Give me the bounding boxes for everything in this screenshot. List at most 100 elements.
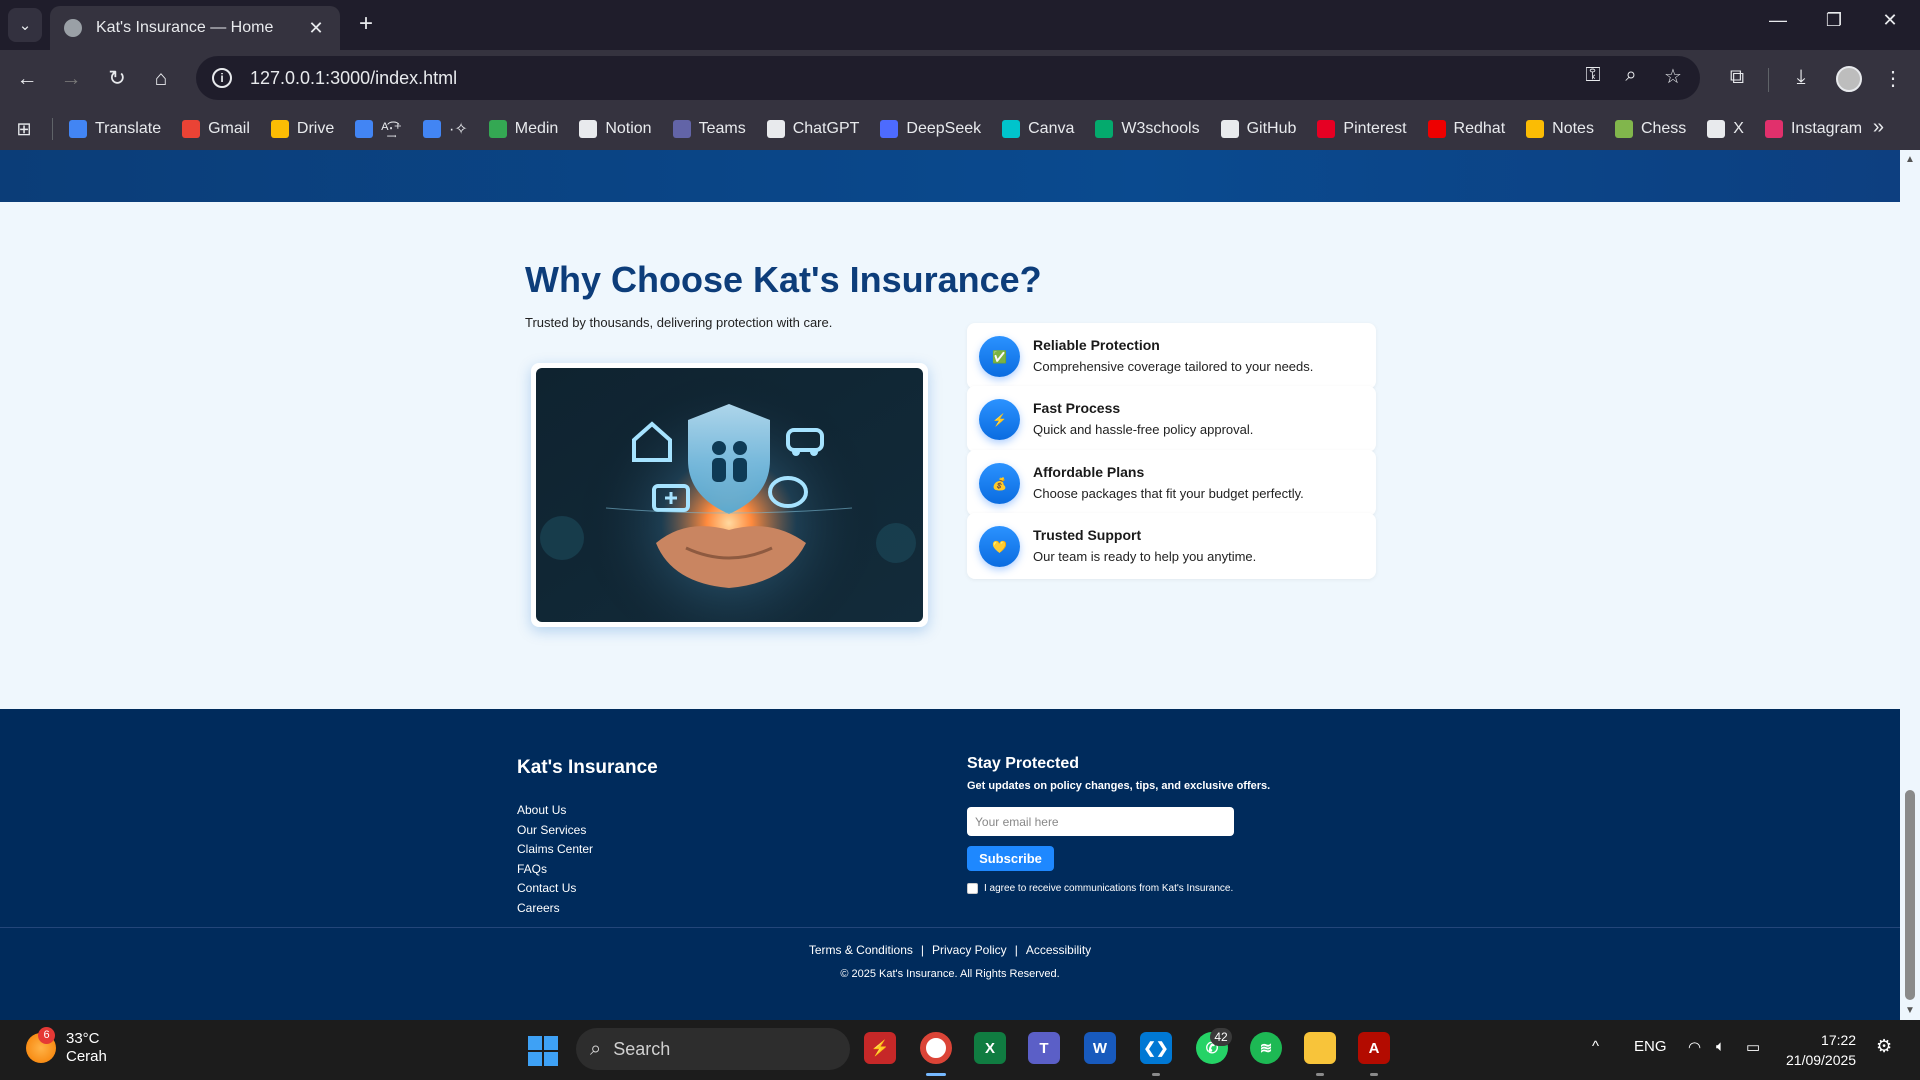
separator: | xyxy=(920,943,924,957)
bookmark-favicon-icon xyxy=(1526,120,1545,138)
bookmark-item[interactable]: Translate xyxy=(69,120,161,138)
bookmark-item[interactable]: Canva xyxy=(1002,120,1074,138)
minimize-icon[interactable]: — xyxy=(1758,10,1798,31)
bookmark-item[interactable]: Teams xyxy=(672,120,746,138)
bookmark-label: Teams xyxy=(698,120,746,137)
bookmark-item[interactable]: ᴬ͢͡‧⁺ xyxy=(355,119,402,139)
active-tab[interactable]: Kat's Insurance — Home ✕ xyxy=(50,6,340,50)
scrollbar-thumb[interactable] xyxy=(1905,790,1915,1000)
bookmark-item[interactable]: GitHub xyxy=(1220,120,1296,138)
bookmark-item[interactable]: ·✧ xyxy=(423,119,468,139)
footer-link[interactable]: Our Services xyxy=(517,823,586,837)
acrobat-app-icon[interactable]: A xyxy=(1358,1032,1390,1064)
consent-checkbox-row[interactable]: I agree to receive communications from K… xyxy=(967,883,1233,894)
wifi-icon[interactable]: ◠ xyxy=(1688,1038,1701,1056)
bookmark-favicon-icon xyxy=(1707,120,1726,138)
back-icon[interactable]: ← xyxy=(12,64,42,94)
url-text: 127.0.0.1:3000/index.html xyxy=(250,67,458,88)
bookmark-item[interactable]: Chess xyxy=(1614,120,1686,138)
bookmark-item[interactable]: Gmail xyxy=(182,120,250,138)
privacy-link[interactable]: Privacy Policy xyxy=(932,943,1007,957)
bookmark-favicon-icon xyxy=(270,120,289,138)
language-indicator[interactable]: ENG xyxy=(1634,1038,1667,1055)
profile-avatar[interactable] xyxy=(1836,66,1862,92)
taskbar: 6 33°C Cerah ⌕ Search ⚡ X T W ❮❯ ✆ 42 ≋ … xyxy=(0,1020,1920,1080)
kali-app-icon[interactable]: ⚡ xyxy=(864,1032,896,1064)
home-icon[interactable]: ⌂ xyxy=(146,64,176,94)
extensions-icon[interactable]: ⧉ xyxy=(1722,66,1752,89)
apps-grid-icon[interactable]: ⊞ xyxy=(12,117,36,141)
scroll-down-icon[interactable]: ▼ xyxy=(1905,1005,1915,1016)
menu-kebab-icon[interactable]: ⋮ xyxy=(1878,66,1908,91)
bookmark-item[interactable]: Notes xyxy=(1526,120,1594,138)
close-tab-icon[interactable]: ✕ xyxy=(306,18,326,39)
scroll-up-icon[interactable]: ▲ xyxy=(1905,154,1915,165)
footer-link[interactable]: About Us xyxy=(517,803,566,817)
consent-checkbox[interactable] xyxy=(967,883,978,894)
download-icon[interactable]: ⤓ xyxy=(1786,66,1816,89)
word-app-icon[interactable]: W xyxy=(1084,1032,1116,1064)
close-window-icon[interactable]: ✕ xyxy=(1870,10,1910,31)
subscribe-button[interactable]: Subscribe xyxy=(967,846,1054,871)
file-explorer-icon[interactable] xyxy=(1304,1032,1336,1064)
globe-icon xyxy=(64,19,82,37)
bookmark-item[interactable]: ChatGPT xyxy=(766,120,860,138)
clock[interactable]: 17:22 21/09/2025 xyxy=(1786,1030,1856,1070)
footer-link[interactable]: Claims Center xyxy=(517,842,593,856)
forward-icon[interactable]: → xyxy=(56,64,86,94)
page-scrollbar[interactable]: ▲ ▼ xyxy=(1900,150,1920,1020)
bookmark-label: DeepSeek xyxy=(906,120,982,137)
section-subheading: Trusted by thousands, delivering protect… xyxy=(525,315,833,330)
taskbar-search[interactable]: ⌕ Search xyxy=(576,1028,850,1070)
windows-start-icon[interactable] xyxy=(528,1036,558,1066)
bookmark-item[interactable]: X xyxy=(1707,120,1744,138)
bookmarks-bar: ⊞ Translate Gmail Drive ᴬ͢͡‧⁺ ·✧ Medin Notion T… xyxy=(0,108,1920,150)
new-tab-button[interactable]: + xyxy=(352,10,380,38)
copyright: © 2025 Kat's Insurance. All Rights Reser… xyxy=(840,968,1060,980)
footer-link[interactable]: Careers xyxy=(517,901,560,915)
bookmark-item[interactable]: Notion xyxy=(579,120,652,138)
teams-app-icon[interactable]: T xyxy=(1028,1032,1060,1064)
weather-widget[interactable]: 6 33°C Cerah xyxy=(26,1027,107,1066)
bookmark-favicon-icon xyxy=(880,120,899,138)
address-bar[interactable]: i 127.0.0.1:3000/index.html xyxy=(196,56,1700,100)
bookmark-item[interactable]: Drive xyxy=(270,120,334,138)
excel-app-icon[interactable]: X xyxy=(974,1032,1006,1064)
password-key-icon[interactable]: ⚿ xyxy=(1578,64,1608,87)
search-label: Search xyxy=(613,1038,671,1059)
accessibility-link[interactable]: Accessibility xyxy=(1026,943,1091,957)
site-info-icon[interactable]: i xyxy=(212,68,232,88)
bookmark-item[interactable]: Redhat xyxy=(1427,120,1505,138)
zoom-icon[interactable]: ⌕ xyxy=(1616,64,1646,87)
bookmark-item[interactable]: DeepSeek xyxy=(880,120,981,138)
chrome-app-icon[interactable] xyxy=(920,1032,952,1064)
bookmark-favicon-icon xyxy=(1220,120,1239,138)
more-bookmarks-icon[interactable]: » xyxy=(1873,116,1884,139)
bookmark-item[interactable]: Medin xyxy=(488,120,558,138)
restore-icon[interactable]: ❐ xyxy=(1814,10,1854,31)
bookmark-item[interactable]: W3schools xyxy=(1095,120,1200,138)
notifications-icon[interactable]: ⚙ xyxy=(1876,1036,1892,1057)
bookmark-label: ·✧ xyxy=(449,121,468,138)
clock-time: 17:22 xyxy=(1821,1032,1857,1048)
battery-icon[interactable]: ▭ xyxy=(1746,1038,1760,1056)
vscode-app-icon[interactable]: ❮❯ xyxy=(1140,1032,1172,1064)
bookmark-label: Canva xyxy=(1028,120,1075,137)
legal-links: Terms & Conditions | Privacy Policy | Access… xyxy=(0,943,1900,957)
tray-expand-icon[interactable]: ^ xyxy=(1592,1038,1599,1055)
volume-icon[interactable]: 🔈︎ xyxy=(1716,1038,1725,1055)
terms-link[interactable]: Terms & Conditions xyxy=(809,943,913,957)
footer-link[interactable]: FAQs xyxy=(517,862,547,876)
page-viewport: Why Choose Kat's Insurance? Trusted by t… xyxy=(0,150,1900,1020)
email-input[interactable] xyxy=(967,807,1234,836)
insurance-hero-image xyxy=(531,363,928,627)
bookmark-item[interactable]: Instagram xyxy=(1764,120,1862,138)
reload-icon[interactable]: ↻ xyxy=(102,64,132,94)
tab-search-button[interactable]: ⌄ xyxy=(8,8,42,42)
bookmark-item[interactable]: Pinterest xyxy=(1317,120,1407,138)
bookmark-label: ChatGPT xyxy=(792,120,860,137)
feature-title: Fast Process xyxy=(1033,400,1121,416)
bookmark-star-icon[interactable]: ☆ xyxy=(1658,64,1688,89)
spotify-app-icon[interactable]: ≋ xyxy=(1250,1032,1282,1064)
footer-link[interactable]: Contact Us xyxy=(517,881,576,895)
